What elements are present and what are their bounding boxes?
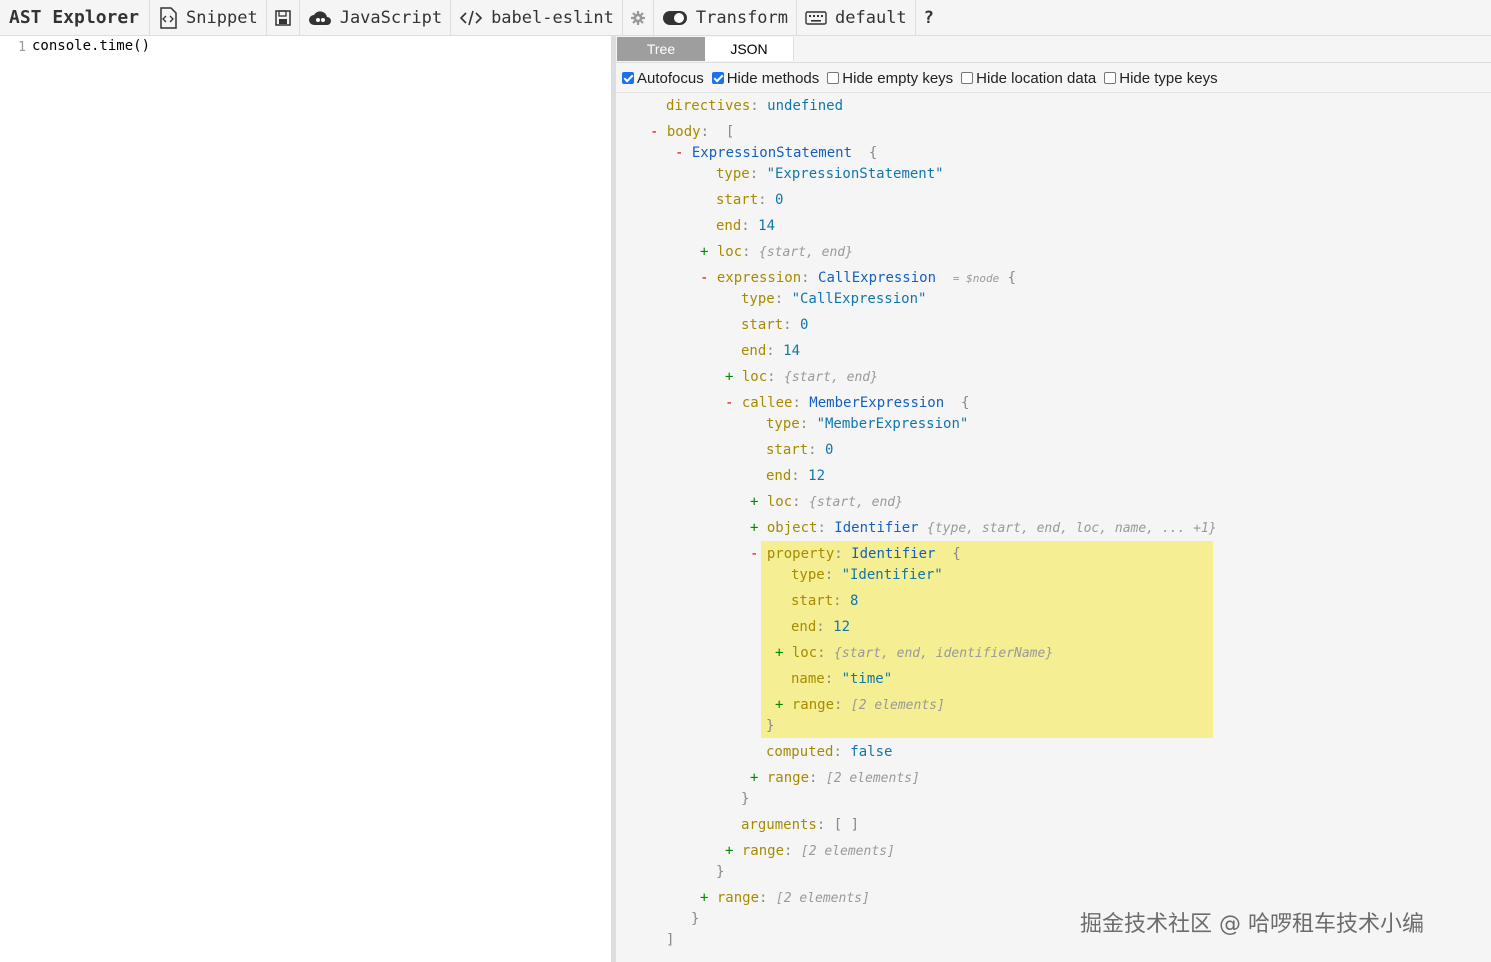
closing-brace: } bbox=[716, 864, 725, 880]
parser-select[interactable]: babel-eslint bbox=[451, 0, 623, 36]
tree-row-start[interactable]: start: 0 bbox=[716, 191, 783, 209]
tree-row-range[interactable]: + range: [2 elements] bbox=[775, 696, 945, 715]
cloud-icon bbox=[308, 10, 331, 25]
tree-row-range[interactable]: + range: [2 elements] bbox=[700, 889, 870, 908]
tree-row-property[interactable]: - property: Identifier { bbox=[750, 545, 961, 563]
tree-row-object[interactable]: + object: Identifier {type, start, end, … bbox=[750, 519, 1217, 538]
tree-row-loc[interactable]: + loc: {start, end} bbox=[750, 493, 903, 512]
app-title: AST Explorer bbox=[0, 0, 151, 36]
save-icon bbox=[274, 9, 291, 26]
tree-row-directives[interactable]: directives: undefined bbox=[666, 97, 843, 115]
snippet-label: Snippet bbox=[186, 7, 258, 28]
toolbar: AST Explorer Snippet JavaScript babel-es… bbox=[0, 0, 1491, 36]
tree-row-loc[interactable]: + loc: {start, end} bbox=[725, 368, 878, 387]
file-code-icon bbox=[160, 6, 177, 29]
tree-row-start[interactable]: start: 0 bbox=[741, 316, 808, 334]
tree-row-arguments[interactable]: arguments: [ ] bbox=[741, 816, 859, 834]
code-line[interactable]: console.time() bbox=[32, 38, 150, 54]
code-editor[interactable]: 1 console.time() bbox=[0, 36, 611, 962]
tree-row-range[interactable]: + range: [2 elements] bbox=[725, 842, 895, 861]
tree-row-computed[interactable]: computed: false bbox=[766, 743, 892, 761]
ast-tree: directives: undefined - body: [ - Expres… bbox=[616, 36, 1491, 962]
help-icon: ? bbox=[923, 7, 934, 28]
tree-row-loc[interactable]: + loc: {start, end, identifierName} bbox=[775, 644, 1053, 663]
language-select[interactable]: JavaScript bbox=[300, 0, 452, 36]
tree-row-expression-statement[interactable]: - ExpressionStatement { bbox=[675, 144, 877, 162]
toggle-icon bbox=[662, 10, 687, 25]
closing-brace: } bbox=[741, 791, 750, 807]
help-button[interactable]: ? bbox=[916, 0, 942, 36]
ast-panel: Tree JSON Autofocus Hide methods Hide em… bbox=[616, 36, 1491, 962]
tree-row-type[interactable]: type: "CallExpression" bbox=[741, 290, 926, 308]
tree-row-start[interactable]: start: 8 bbox=[791, 592, 858, 610]
parser-settings-button[interactable] bbox=[623, 0, 654, 36]
tree-row-body[interactable]: - body: [ bbox=[650, 123, 734, 141]
snippet-menu[interactable]: Snippet bbox=[150, 0, 267, 36]
transform-label: Transform bbox=[695, 7, 789, 28]
tree-row-range[interactable]: + range: [2 elements] bbox=[750, 769, 920, 788]
closing-brace: } bbox=[766, 718, 775, 734]
tree-row-loc[interactable]: + loc: {start, end} bbox=[700, 243, 853, 262]
closing-bracket: ] bbox=[666, 932, 675, 948]
code-icon bbox=[459, 10, 483, 25]
watermark: 掘金技术社区 @ 哈啰租车技术小编 bbox=[1080, 912, 1424, 937]
tree-row-end[interactable]: end: 14 bbox=[716, 217, 775, 235]
tree-row-end[interactable]: end: 12 bbox=[766, 467, 825, 485]
transform-toggle[interactable]: Transform bbox=[654, 0, 798, 36]
tree-row-expression[interactable]: - expression: CallExpression = $node { bbox=[700, 269, 1016, 288]
tree-row-start[interactable]: start: 0 bbox=[766, 441, 833, 459]
keymap-label: default bbox=[835, 7, 907, 28]
tree-row-end[interactable]: end: 14 bbox=[741, 342, 800, 360]
tree-row-type[interactable]: type: "MemberExpression" bbox=[766, 415, 968, 433]
tree-row-type[interactable]: type: "ExpressionStatement" bbox=[716, 165, 944, 183]
gear-icon bbox=[630, 10, 645, 25]
save-button[interactable] bbox=[267, 0, 300, 36]
tree-row-name[interactable]: name: "time" bbox=[791, 670, 892, 688]
language-label: JavaScript bbox=[339, 7, 443, 28]
line-number: 1 bbox=[18, 40, 26, 55]
closing-brace: } bbox=[691, 911, 700, 927]
keymap-select[interactable]: default bbox=[797, 0, 916, 36]
tree-row-callee[interactable]: - callee: MemberExpression { bbox=[725, 394, 969, 412]
parser-label: babel-eslint bbox=[491, 7, 614, 28]
tree-row-end[interactable]: end: 12 bbox=[791, 618, 850, 636]
tree-row-type[interactable]: type: "Identifier" bbox=[791, 566, 943, 584]
keyboard-icon bbox=[805, 10, 827, 25]
